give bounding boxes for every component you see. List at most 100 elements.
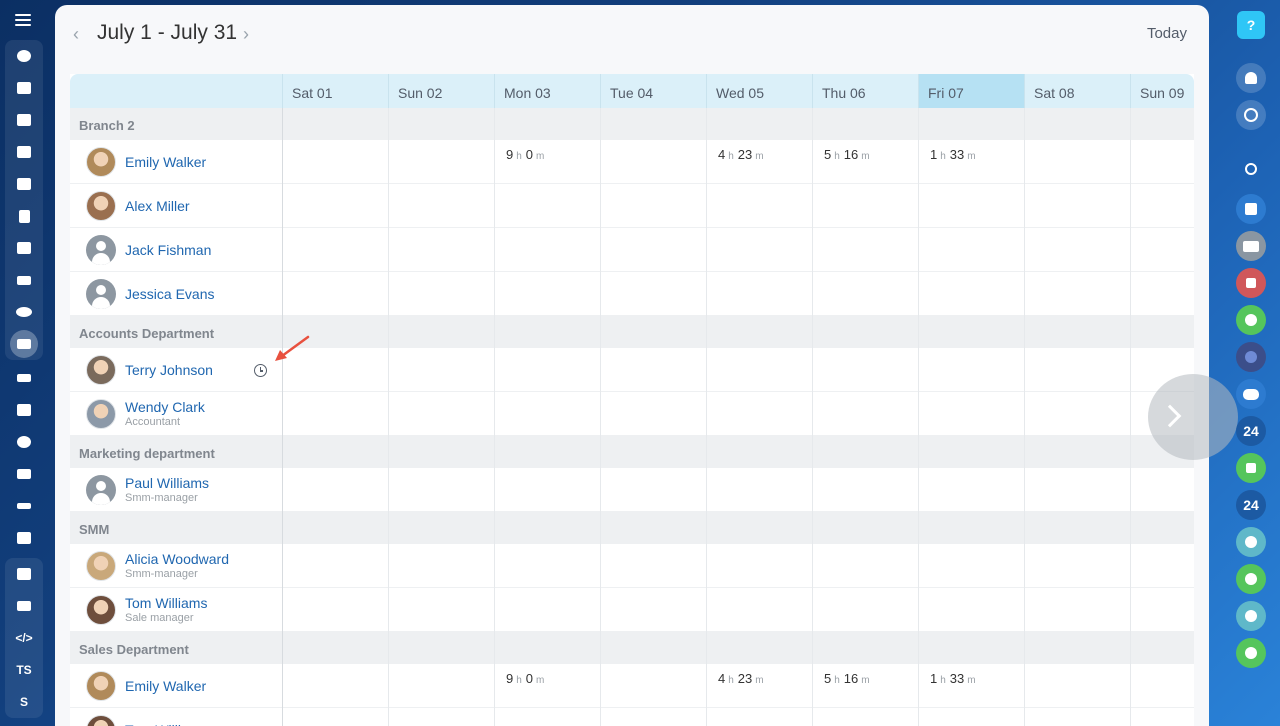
- user-avatar[interactable]: [86, 399, 116, 429]
- box-icon[interactable]: [5, 558, 43, 590]
- robot-icon[interactable]: [5, 522, 43, 554]
- app-s-link[interactable]: S: [5, 686, 43, 718]
- bank-icon[interactable]: [5, 394, 43, 426]
- day-header: Thu 06: [812, 74, 918, 108]
- day-header: Wed 05: [706, 74, 812, 108]
- minutes-unit: m: [536, 151, 545, 162]
- clock-icon[interactable]: [254, 364, 267, 377]
- lock-red-icon[interactable]: [1236, 268, 1266, 298]
- contact-card-icon[interactable]: [1236, 231, 1266, 261]
- user-avatar[interactable]: [86, 355, 116, 385]
- news-icon[interactable]: [5, 72, 43, 104]
- group-chat-icon[interactable]: [1236, 379, 1266, 409]
- developer-icon[interactable]: </>: [5, 622, 43, 654]
- worked-time[interactable]: 9h0m: [506, 671, 548, 686]
- employee-name-link[interactable]: Alicia Woodward: [125, 551, 229, 567]
- worked-time[interactable]: 5 h 16 m: [824, 671, 874, 686]
- bitrix24-badge-2[interactable]: 24: [1236, 490, 1266, 520]
- bitrix24-badge-1[interactable]: 24: [1236, 416, 1266, 446]
- group-icon-4[interactable]: [1236, 638, 1266, 668]
- user-avatar[interactable]: [86, 715, 116, 726]
- employee-name-link[interactable]: Terry Johnson: [125, 362, 213, 378]
- groups-icon[interactable]: [5, 296, 43, 328]
- hours-unit: h: [834, 675, 840, 686]
- user-avatar[interactable]: [86, 595, 116, 625]
- day-header: Tue 04: [600, 74, 706, 108]
- today-button[interactable]: Today: [1147, 25, 1187, 42]
- notifications-icon[interactable]: [1236, 63, 1266, 93]
- prev-period-icon[interactable]: ‹: [73, 24, 79, 45]
- day-column-divider: [282, 108, 283, 726]
- department-label: SMM: [79, 522, 110, 537]
- day-header: Fri 07: [918, 74, 1024, 108]
- user-avatar[interactable]: [86, 235, 116, 265]
- minutes-value: 33: [949, 671, 965, 686]
- user-green-icon[interactable]: [1236, 305, 1266, 335]
- department-row: Marketing department: [70, 436, 1194, 468]
- employee-role: Accountant: [125, 416, 181, 428]
- drive-icon[interactable]: [5, 232, 43, 264]
- next-period-icon[interactable]: ›: [243, 24, 249, 45]
- department-row: SMM: [70, 512, 1194, 544]
- employee-name-link[interactable]: Jessica Evans: [125, 286, 214, 302]
- employee-name-link[interactable]: Alex Miller: [125, 198, 190, 214]
- documents-icon[interactable]: [5, 200, 43, 232]
- tasks-icon[interactable]: [5, 136, 43, 168]
- target-icon[interactable]: [5, 426, 43, 458]
- day-column-divider: [600, 108, 601, 726]
- calendar-chat-icon[interactable]: [1236, 194, 1266, 224]
- chat-icon[interactable]: [5, 104, 43, 136]
- right-sidebar: ? 24 24: [1222, 0, 1280, 726]
- user-avatar[interactable]: [86, 191, 116, 221]
- worked-time[interactable]: 1 h 33 m: [930, 147, 980, 162]
- minutes-unit: m: [967, 675, 976, 686]
- group-icon-1[interactable]: [1236, 527, 1266, 557]
- app-ts-link[interactable]: TS: [5, 654, 43, 686]
- department-label: Sales Department: [79, 642, 189, 657]
- user-avatar[interactable]: [86, 671, 116, 701]
- employee-name-link[interactable]: Emily Walker: [125, 154, 206, 170]
- hours-unit: h: [728, 675, 734, 686]
- worked-time[interactable]: 1 h 33 m: [930, 671, 980, 686]
- minutes-value: 16: [843, 147, 859, 162]
- worked-time[interactable]: 9h0m: [506, 147, 548, 162]
- user-avatar[interactable]: [86, 147, 116, 177]
- group-icon-2[interactable]: [1236, 564, 1266, 594]
- mail-icon[interactable]: [5, 264, 43, 296]
- crm-icon[interactable]: [5, 362, 43, 394]
- hours-unit: h: [834, 151, 840, 162]
- employee-name-link[interactable]: Tom Williams: [125, 722, 207, 726]
- group-icon-3[interactable]: [1236, 601, 1266, 631]
- minutes-value: 23: [737, 147, 753, 162]
- department-row: Branch 2: [70, 108, 1194, 140]
- cart-icon[interactable]: [5, 458, 43, 490]
- lock-green-icon[interactable]: [1236, 453, 1266, 483]
- user-avatar[interactable]: [86, 551, 116, 581]
- worked-time[interactable]: 4 h 23 m: [718, 147, 768, 162]
- calendar-icon[interactable]: [5, 168, 43, 200]
- marketplace-icon[interactable]: [5, 590, 43, 622]
- employee-name-link[interactable]: Tom Williams: [125, 595, 207, 611]
- period-title: July 1 - July 31: [97, 21, 238, 44]
- worked-time[interactable]: 4 h 23 m: [718, 671, 768, 686]
- user-avatar[interactable]: [86, 279, 116, 309]
- employee-name-link[interactable]: Wendy Clark: [125, 399, 205, 415]
- messages-icon[interactable]: [1236, 100, 1266, 130]
- user-avatar[interactable]: [86, 475, 116, 505]
- feed-icon[interactable]: [5, 40, 43, 72]
- minutes-value: 23: [737, 671, 753, 686]
- employee-name-link[interactable]: Paul Williams: [125, 475, 209, 491]
- menu-icon[interactable]: [15, 14, 33, 28]
- help-button[interactable]: ?: [1237, 11, 1265, 39]
- search-icon[interactable]: [1236, 154, 1266, 184]
- timeman-icon[interactable]: [5, 328, 43, 360]
- sign-icon[interactable]: [5, 490, 43, 522]
- worked-time[interactable]: 5 h 16 m: [824, 147, 874, 162]
- employee-row: Emily Walker 9 h 0 m 4 h 23 m 5 h 16 m 1 h 33 m: [70, 140, 1194, 184]
- hours-unit: h: [940, 675, 946, 686]
- employee-name-link[interactable]: Jack Fishman: [125, 242, 211, 258]
- hours-unit: h: [516, 675, 522, 686]
- user-photo-avatar[interactable]: [1236, 342, 1266, 372]
- minutes-unit: m: [755, 675, 764, 686]
- employee-name-link[interactable]: Emily Walker: [125, 678, 206, 694]
